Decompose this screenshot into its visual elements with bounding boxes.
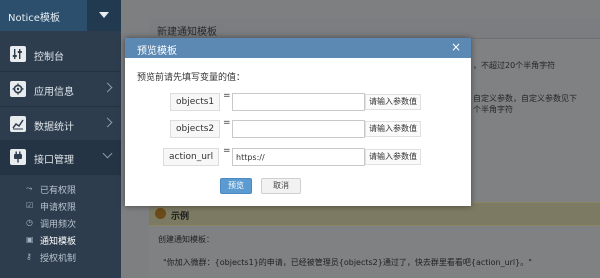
dialog-title: 预览模板 bbox=[137, 46, 177, 57]
modal-overlay: 预览模板 × 预览前请先填写变量的值： objects1 = 请输入参数值 ob… bbox=[0, 0, 600, 278]
preview-button[interactable]: 预览 bbox=[220, 178, 252, 194]
objects1-input[interactable] bbox=[232, 93, 365, 111]
variable-row-objects1: objects1 = 请输入参数值 bbox=[125, 91, 471, 111]
cancel-button[interactable]: 取消 bbox=[261, 178, 301, 194]
objects2-input[interactable] bbox=[232, 120, 365, 138]
close-icon[interactable]: × bbox=[451, 41, 461, 53]
variable-row-objects2: objects2 = 请输入参数值 bbox=[125, 118, 471, 138]
variable-label: action_url bbox=[163, 148, 220, 166]
equals-sign: = bbox=[223, 146, 231, 156]
equals-sign: = bbox=[223, 118, 231, 128]
variable-row-action-url: action_url = 请输入参数值 bbox=[125, 146, 471, 166]
equals-sign: = bbox=[223, 91, 231, 101]
variable-label: objects1 bbox=[170, 93, 221, 111]
preview-template-dialog: 预览模板 × 预览前请先填写变量的值： objects1 = 请输入参数值 ob… bbox=[125, 38, 471, 206]
variable-label: objects2 bbox=[170, 120, 221, 138]
parameter-hint: 请输入参数值 bbox=[365, 149, 421, 165]
action-url-input[interactable] bbox=[232, 148, 365, 166]
parameter-hint: 请输入参数值 bbox=[365, 121, 421, 137]
parameter-hint: 请输入参数值 bbox=[365, 94, 421, 110]
dialog-header: 预览模板 × bbox=[125, 38, 471, 58]
dialog-instructions: 预览前请先填写变量的值： bbox=[137, 73, 246, 83]
